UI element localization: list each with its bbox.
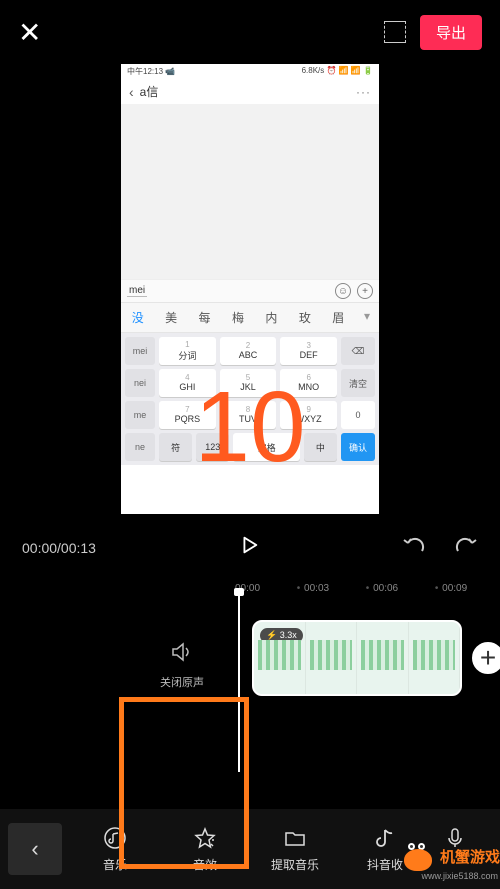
key-8: 8TUV bbox=[220, 401, 277, 429]
timeline[interactable]: 关闭原声 ⚡ 3.3x + bbox=[0, 602, 500, 772]
mute-audio-button[interactable]: 关闭原声 bbox=[160, 642, 204, 690]
side-key: nei bbox=[125, 369, 155, 397]
toolbar-music[interactable]: 音乐 bbox=[70, 826, 160, 873]
phone-status-bar: 中午12:13 📹 6.8K/s ⏰ 📶 📶 🔋 bbox=[121, 64, 379, 79]
toolbar-sound-effect[interactable]: 音效 bbox=[160, 826, 250, 873]
watermark-text: 机蟹游戏 bbox=[440, 846, 500, 867]
ruler-dot: • bbox=[362, 583, 373, 594]
toolbar-label: 音乐 bbox=[103, 856, 127, 873]
watermark: 机蟹游戏 www.jixie5188.com bbox=[398, 841, 500, 871]
candidate: 梅 bbox=[221, 303, 254, 332]
aspect-ratio-icon[interactable] bbox=[384, 21, 406, 43]
key-123: 123 bbox=[196, 433, 229, 461]
phone-input-bar: mei ☺ + bbox=[121, 279, 379, 302]
side-key: ne bbox=[125, 433, 155, 461]
plus-icon: + bbox=[357, 283, 373, 299]
key-7: 7PQRS bbox=[159, 401, 216, 429]
candidate: 每 bbox=[188, 303, 221, 332]
phone-status-right: 6.8K/s ⏰ 📶 📶 🔋 bbox=[302, 66, 373, 77]
key-clear: 清空 bbox=[341, 369, 375, 397]
side-key: me bbox=[125, 401, 155, 429]
toolbar-label: 提取音乐 bbox=[271, 856, 319, 873]
phone-more-icon: ··· bbox=[356, 85, 371, 99]
candidate-expand-icon: ▾ bbox=[355, 303, 379, 332]
key-5: 5JKL bbox=[220, 369, 277, 397]
phone-input-text: mei bbox=[127, 285, 147, 297]
key-2: 2ABC bbox=[220, 337, 277, 365]
candidate: 内 bbox=[255, 303, 288, 332]
candidate: 玫 bbox=[288, 303, 321, 332]
folder-icon bbox=[283, 826, 307, 850]
redo-button[interactable] bbox=[454, 535, 478, 560]
side-key: mei bbox=[125, 337, 155, 365]
top-bar: ✕ 导出 bbox=[0, 0, 500, 64]
timeline-ruler: 00:00 • 00:03 • 00:06 • 00:09 bbox=[0, 575, 500, 602]
playhead[interactable] bbox=[238, 592, 240, 772]
video-preview: 中午12:13 📹 6.8K/s ⏰ 📶 📶 🔋 ‹ a信 ··· mei ☺ … bbox=[0, 64, 500, 520]
toolbar-extract-music[interactable]: 提取音乐 bbox=[250, 826, 340, 873]
star-icon bbox=[193, 826, 217, 850]
key-space: 空格 bbox=[233, 433, 299, 461]
key-0: 0 bbox=[341, 401, 375, 429]
phone-chat-body bbox=[121, 104, 379, 279]
watermark-url: www.jixie5188.com bbox=[421, 871, 498, 881]
toolbar-label: 音效 bbox=[193, 856, 217, 873]
candidate: 眉 bbox=[322, 303, 355, 332]
tiktok-icon bbox=[373, 826, 397, 850]
video-clip[interactable]: ⚡ 3.3x bbox=[252, 620, 462, 696]
key-confirm: 确认 bbox=[341, 433, 375, 461]
key-6: 6MNO bbox=[280, 369, 337, 397]
toolbar-back-button[interactable]: ‹ bbox=[8, 823, 62, 875]
key-1: 1分词 bbox=[159, 337, 216, 365]
ruler-tick: 00:03 bbox=[304, 583, 362, 594]
ruler-dot: • bbox=[293, 583, 304, 594]
speaker-icon bbox=[160, 642, 204, 668]
add-clip-button[interactable]: + bbox=[468, 638, 500, 678]
key-symbol: 符 bbox=[159, 433, 192, 461]
music-icon bbox=[103, 826, 127, 850]
candidate: 美 bbox=[154, 303, 187, 332]
mute-label: 关闭原声 bbox=[160, 674, 204, 690]
ime-candidates: 没 美 每 梅 内 玫 眉 ▾ bbox=[121, 302, 379, 333]
ime-keyboard: mei nei me ne 1分词 2ABC 3DEF 4GHI 5JKL 6M… bbox=[121, 333, 379, 465]
time-display: 00:00/00:13 bbox=[22, 540, 96, 556]
phone-frame: 中午12:13 📹 6.8K/s ⏰ 📶 📶 🔋 ‹ a信 ··· mei ☺ … bbox=[121, 64, 379, 514]
phone-chat-header: ‹ a信 ··· bbox=[121, 79, 379, 104]
play-button[interactable] bbox=[238, 534, 260, 561]
key-backspace: ⌫ bbox=[341, 337, 375, 365]
phone-status-left: 中午12:13 📹 bbox=[127, 66, 175, 77]
key-9: 9WXYZ bbox=[280, 401, 337, 429]
top-right: 导出 bbox=[384, 15, 482, 50]
key-lang: 中 bbox=[304, 433, 337, 461]
key-3: 3DEF bbox=[280, 337, 337, 365]
close-button[interactable]: ✕ bbox=[18, 16, 41, 49]
phone-back-icon: ‹ bbox=[129, 84, 134, 100]
export-button[interactable]: 导出 bbox=[420, 15, 482, 50]
emoji-icon: ☺ bbox=[335, 283, 351, 299]
candidate: 没 bbox=[121, 303, 154, 332]
phone-chat-title: a信 bbox=[140, 83, 159, 100]
crab-logo-icon bbox=[398, 841, 438, 871]
ruler-tick: 00:09 bbox=[442, 583, 500, 594]
key-4: 4GHI bbox=[159, 369, 216, 397]
undo-button[interactable] bbox=[402, 535, 426, 560]
playback-controls: 00:00/00:13 bbox=[0, 520, 500, 575]
ruler-tick: 00:06 bbox=[373, 583, 431, 594]
ruler-dot: • bbox=[431, 583, 442, 594]
